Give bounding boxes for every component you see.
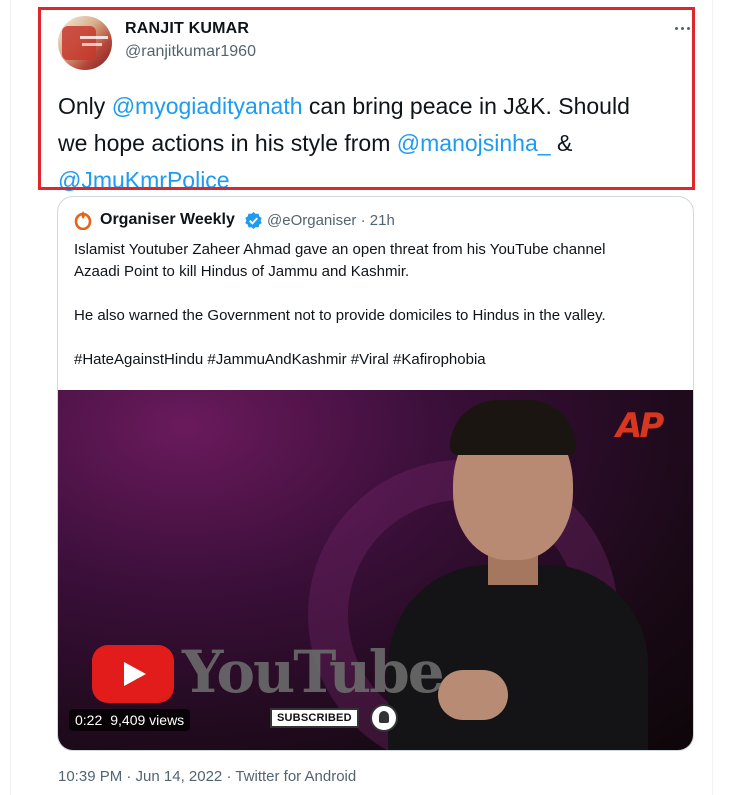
video-duration-badge: 0:22 9,409 views (69, 709, 191, 731)
organiser-logo-icon (74, 211, 92, 230)
bell-icon (370, 704, 398, 732)
subscribed-label: SUBSCRIBED (270, 708, 359, 728)
highlight-annotation-box (38, 7, 695, 190)
quoted-text-paragraph-2: He also warned the Government not to pro… (74, 307, 606, 324)
quoted-hashtags[interactable]: #HateAgainstHindu #JammuAndKashmir #Vira… (74, 349, 684, 371)
youtube-play-icon[interactable] (92, 645, 174, 703)
video-player[interactable]: AP YouTube SUBSCRIBED 0:22 9,409 views (58, 390, 693, 750)
quoted-author-name[interactable]: Organiser Weekly (100, 211, 235, 229)
timeline-border-left (10, 0, 11, 795)
quoted-text-line: Azaadi Point to kill Hindus of Jammu and… (74, 263, 410, 280)
quoted-handle-time[interactable]: @eOrganiser · 21h (267, 212, 395, 229)
quoted-tweet-card[interactable]: Organiser Weekly @eOrganiser · 21h Islam… (57, 196, 694, 751)
quoted-text-line: Islamist Youtuber Zaheer Ahmad gave an o… (74, 241, 606, 258)
timeline-border-right (712, 0, 713, 795)
verified-badge-icon (245, 211, 262, 230)
channel-watermark: AP (616, 406, 664, 446)
video-views: 9,409 views (110, 712, 185, 728)
youtube-wordmark: YouTube (182, 638, 445, 706)
quoted-text-paragraph-1: Islamist Youtuber Zaheer Ahmad gave an o… (74, 239, 684, 283)
tweet-timestamp[interactable]: 10:39 PM · Jun 14, 2022 · Twitter for An… (58, 768, 356, 785)
video-duration: 0:22 (75, 712, 103, 728)
